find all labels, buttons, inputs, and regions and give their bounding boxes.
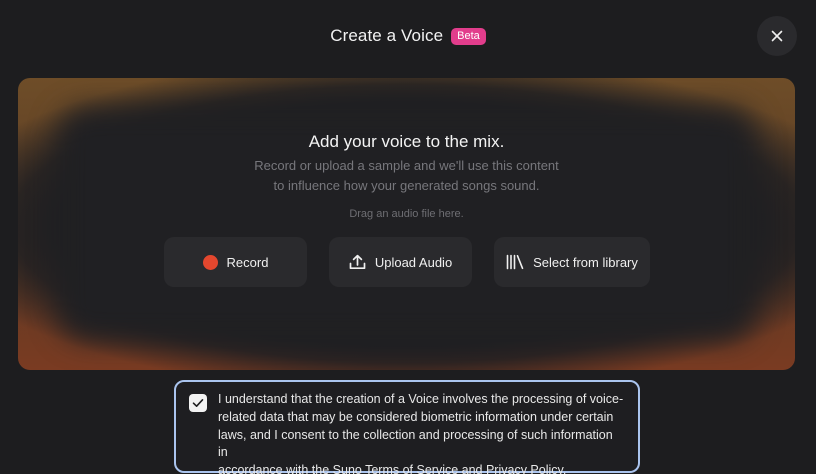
- checkmark-icon: [192, 398, 204, 408]
- dropzone-description-line2: to influence how your generated songs so…: [273, 178, 540, 193]
- action-buttons: Record Upload Audio Select from library: [18, 237, 795, 287]
- dropzone-description: Record or upload a sample and we'll use …: [18, 156, 795, 196]
- select-from-library-button[interactable]: Select from library: [494, 237, 650, 287]
- close-icon: [771, 30, 783, 42]
- consent-text: I understand that the creation of a Voic…: [218, 391, 624, 474]
- upload-icon: [349, 254, 366, 270]
- dropzone-description-line1: Record or upload a sample and we'll use …: [254, 158, 559, 173]
- modal-header: Create a Voice Beta: [0, 0, 816, 72]
- create-voice-modal: Create a Voice Beta Add your voice to th…: [0, 0, 816, 474]
- library-label: Select from library: [533, 254, 638, 270]
- library-icon: [506, 254, 524, 270]
- consent-checkbox[interactable]: [189, 394, 207, 412]
- dropzone-heading: Add your voice to the mix.: [308, 132, 505, 151]
- upload-audio-button[interactable]: Upload Audio: [329, 237, 472, 287]
- upload-label: Upload Audio: [374, 254, 453, 270]
- consent-line3: laws, and I consent to the collection an…: [218, 427, 613, 460]
- consent-box: I understand that the creation of a Voic…: [174, 380, 640, 474]
- record-dot-icon: [202, 254, 218, 270]
- beta-badge: Beta: [451, 27, 486, 45]
- modal-title: Create a Voice: [330, 26, 444, 45]
- consent-line1: I understand that the creation of a Voic…: [218, 392, 624, 406]
- consent-line2: related data that may be considered biom…: [218, 409, 614, 424]
- dropzone-content: Add your voice to the mix. Record or upl…: [18, 78, 795, 370]
- record-label: Record: [226, 254, 269, 270]
- audio-dropzone[interactable]: Add your voice to the mix. Record or upl…: [18, 78, 795, 370]
- close-button[interactable]: [757, 16, 797, 56]
- drag-hint: Drag an audio file here.: [349, 208, 464, 220]
- consent-line4: accordance with the Suno Terms of Servic…: [218, 463, 567, 474]
- record-button[interactable]: Record: [164, 237, 307, 287]
